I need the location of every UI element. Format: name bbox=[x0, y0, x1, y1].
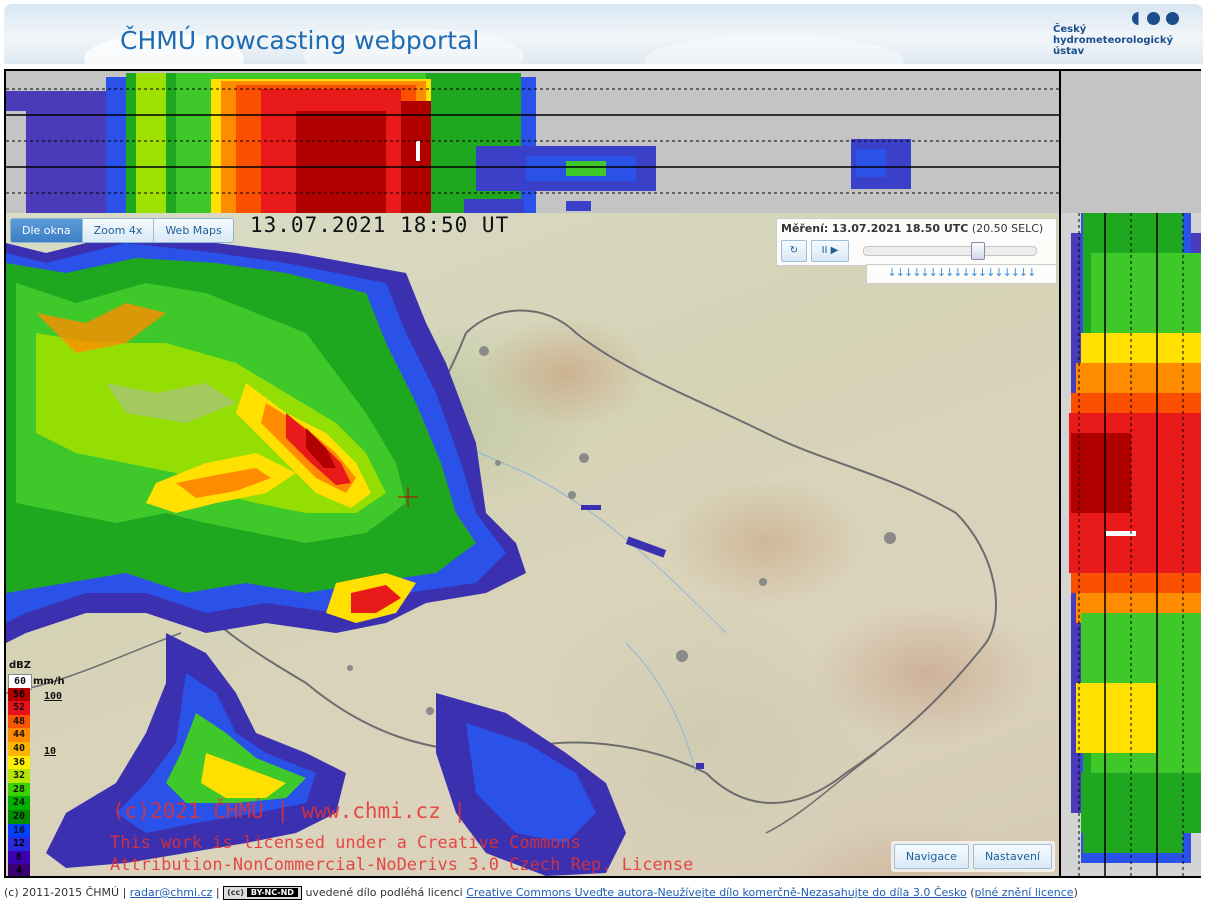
license-link[interactable]: Creative Commons Uveďte autora-Neužívejt… bbox=[466, 886, 967, 899]
footer-copyright: (c) 2011-2015 ČHMÚ | bbox=[4, 886, 127, 899]
email-link[interactable]: radar@chmi.cz bbox=[130, 886, 213, 899]
page-title: ČHMÚ nowcasting webportal bbox=[120, 26, 480, 55]
time-slider[interactable] bbox=[863, 242, 1037, 260]
legend-swatch: 24 bbox=[8, 796, 30, 810]
legend-unit: dBZ bbox=[9, 660, 32, 671]
measurement-panel: Měření: 13.07.2021 18.50 UTC (20.50 SELC… bbox=[776, 218, 1057, 266]
legend-rate-unit: mm/h bbox=[33, 676, 65, 687]
legend-swatch: 56 bbox=[8, 687, 30, 702]
header-cloud bbox=[644, 36, 904, 64]
map-license-notice: This work is licensed under a Creative C… bbox=[110, 833, 694, 875]
time-step-ticks[interactable]: ↓↓↓↓↓↓↓↓↓↓↓↓↓↓↓↓↓↓ bbox=[866, 264, 1057, 284]
legend-swatch: 20 bbox=[8, 810, 30, 824]
legend-rate-value: 10 bbox=[44, 746, 57, 757]
legend-swatch: 12 bbox=[8, 837, 30, 851]
vertical-cross-section bbox=[1059, 213, 1201, 876]
legend-rate-value: 100 bbox=[44, 691, 63, 702]
page-footer: (c) 2011-2015 ČHMÚ | radar@chmi.cz | (cc… bbox=[4, 886, 1078, 900]
horizontal-cross-section bbox=[6, 71, 1059, 215]
legend-swatch: 48 bbox=[8, 714, 30, 729]
web-maps-button[interactable]: Web Maps bbox=[154, 219, 233, 242]
page-header: ČHMÚ nowcasting webportal Český hydromet… bbox=[4, 4, 1203, 64]
cross-section-top-image bbox=[6, 73, 1059, 213]
time-slider-thumb[interactable] bbox=[971, 242, 986, 260]
play-pause-button[interactable]: II ▶ bbox=[811, 240, 849, 262]
legend-swatch: 8 bbox=[8, 850, 30, 865]
radar-map[interactable]: Dle okna Zoom 4x Web Maps 13.07.2021 18:… bbox=[6, 213, 1059, 876]
refresh-icon: ↻ bbox=[789, 245, 799, 256]
map-nav-buttons: Navigace Nastavení bbox=[890, 841, 1055, 872]
map-timestamp: 13.07.2021 18:50 UT bbox=[250, 213, 510, 237]
cc-license-badge[interactable]: (cc) BY-NC-ND bbox=[223, 886, 302, 900]
view-mode-toolbar: Dle okna Zoom 4x Web Maps bbox=[10, 218, 234, 243]
legend-swatch: 40 bbox=[8, 742, 30, 756]
legend-swatch: 52 bbox=[8, 701, 30, 715]
legend-swatch: 36 bbox=[8, 755, 30, 770]
legend-swatch: 32 bbox=[8, 769, 30, 783]
cross-section-right-image bbox=[1069, 213, 1201, 876]
map-copyright: (c)2021 ČHMÚ | www.chmi.cz | bbox=[112, 799, 467, 823]
refresh-button[interactable]: ↻ bbox=[781, 240, 807, 262]
measurement-label: Měření: 13.07.2021 18.50 UTC (20.50 SELC… bbox=[781, 222, 1044, 235]
legend-swatch: 16 bbox=[8, 823, 30, 838]
zoom-4x-button[interactable]: Zoom 4x bbox=[82, 219, 155, 242]
full-license-link[interactable]: plné znění licence bbox=[975, 886, 1074, 899]
cross-section-corner bbox=[1059, 71, 1201, 215]
chmi-logo[interactable]: Český hydrometeorologický ústav bbox=[1053, 12, 1183, 60]
fit-window-button[interactable]: Dle okna bbox=[11, 219, 83, 242]
navigation-button[interactable]: Navigace bbox=[893, 844, 969, 869]
license-text: uvedené dílo podléhá licenci bbox=[305, 886, 463, 899]
legend-swatch: 28 bbox=[8, 782, 30, 797]
legend-swatch: 4 bbox=[8, 864, 30, 876]
legend-swatch: 44 bbox=[8, 728, 30, 742]
footer-separator: | bbox=[215, 886, 220, 899]
radar-viewer: Dle okna Zoom 4x Web Maps 13.07.2021 18:… bbox=[4, 69, 1201, 878]
radar-echo-layer bbox=[6, 233, 997, 876]
dbz-legend: dBZ 60 56 52 48 44 40 36 32 28 24 20 16 12 8 4 mm/h 10… bbox=[6, 660, 68, 876]
settings-button[interactable]: Nastavení bbox=[972, 844, 1052, 869]
logo-text: Český hydrometeorologický ústav bbox=[1053, 24, 1174, 57]
